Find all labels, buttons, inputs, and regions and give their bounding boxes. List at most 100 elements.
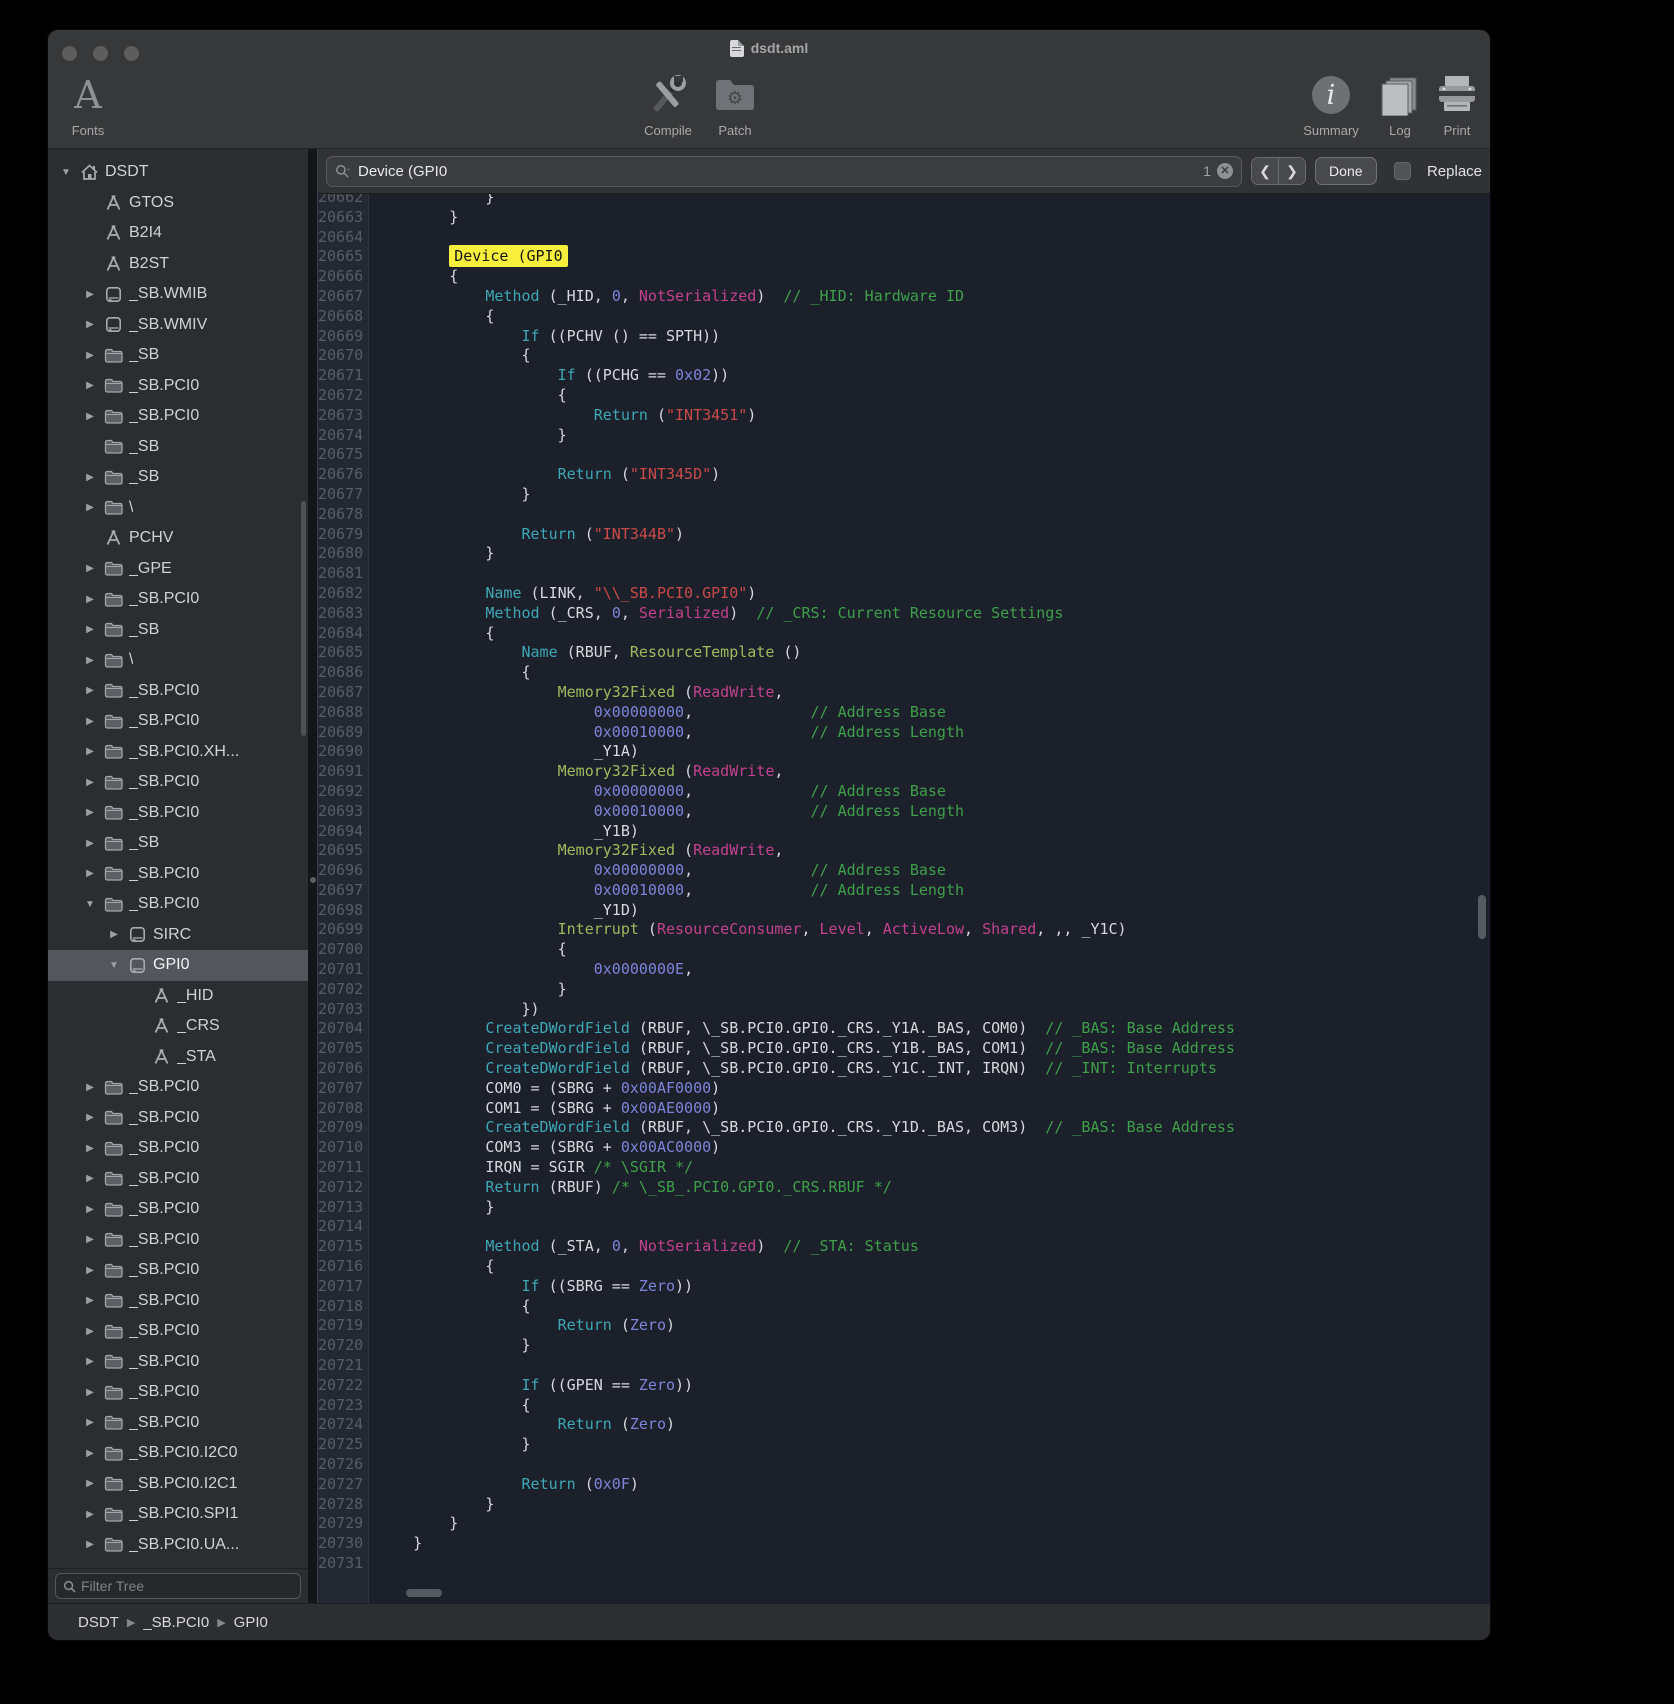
sidebar-item-sb[interactable]: ▶_SB	[48, 615, 308, 646]
disclosure-triangle-icon[interactable]: ▶	[80, 319, 100, 330]
sidebar-item-hid[interactable]: _HID	[48, 981, 308, 1012]
disclosure-triangle-icon[interactable]: ▶	[80, 380, 100, 391]
sidebar-item-dsdt[interactable]: ▼DSDT	[48, 157, 308, 188]
sidebar-item-sbpci0[interactable]: ▶_SB.PCI0	[48, 1255, 308, 1286]
disclosure-triangle-icon[interactable]: ▼	[56, 167, 76, 178]
disclosure-triangle-icon[interactable]: ▶	[80, 1204, 100, 1215]
sidebar-item-sbpci0i2c1[interactable]: ▶_SB.PCI0.I2C1	[48, 1469, 308, 1500]
patch-button[interactable]: ⚙ Patch	[693, 70, 777, 138]
vertical-scrollbar[interactable]	[1478, 895, 1486, 939]
sidebar-item-sbpci0[interactable]: ▶_SB.PCI0	[48, 676, 308, 707]
breadcrumb-item-gpi0[interactable]: GPI0	[234, 1614, 268, 1631]
sidebar-item-sbpci0spi1[interactable]: ▶_SB.PCI0.SPI1	[48, 1499, 308, 1530]
sidebar-item-sbpci0ua[interactable]: ▶_SB.PCI0.UA...	[48, 1530, 308, 1561]
disclosure-triangle-icon[interactable]: ▶	[80, 1143, 100, 1154]
disclosure-triangle-icon[interactable]: ▶	[80, 807, 100, 818]
breadcrumb-item-sbpci0[interactable]: _SB.PCI0	[143, 1614, 209, 1631]
title-bar[interactable]: dsdt.aml	[48, 30, 1490, 66]
sidebar-item-sbpci0[interactable]: ▼_SB.PCI0	[48, 889, 308, 920]
sidebar-item-sbpci0i2c0[interactable]: ▶_SB.PCI0.I2C0	[48, 1438, 308, 1469]
disclosure-triangle-icon[interactable]: ▶	[80, 1173, 100, 1184]
disclosure-triangle-icon[interactable]: ▶	[80, 655, 100, 666]
disclosure-triangle-icon[interactable]: ▶	[80, 472, 100, 483]
previous-match-button[interactable]: ❮	[1252, 158, 1279, 184]
sidebar-item-sbpci0[interactable]: ▶_SB.PCI0	[48, 798, 308, 829]
horizontal-scrollbar[interactable]	[406, 1589, 442, 1597]
filter-tree-input[interactable]: Filter Tree	[55, 1573, 301, 1599]
disclosure-triangle-icon[interactable]: ▼	[104, 960, 124, 971]
disclosure-triangle-icon[interactable]: ▶	[80, 1448, 100, 1459]
disclosure-triangle-icon[interactable]: ▶	[80, 777, 100, 788]
sidebar-item-sirc[interactable]: ▶SIRC	[48, 920, 308, 951]
sidebar-item-sbpci0[interactable]: ▶_SB.PCI0	[48, 371, 308, 402]
disclosure-triangle-icon[interactable]: ▼	[80, 899, 100, 910]
disclosure-triangle-icon[interactable]: ▶	[80, 1539, 100, 1550]
disclosure-triangle-icon[interactable]: ▶	[80, 1417, 100, 1428]
code-pane[interactable]: } } Device (GPI0 { Method (_HID, 0, NotS…	[369, 194, 1490, 1603]
clear-search-icon[interactable]: ✕	[1217, 163, 1233, 179]
sidebar-item-sbpci0[interactable]: ▶_SB.PCI0	[48, 859, 308, 890]
sidebar-item-sbpci0[interactable]: ▶_SB.PCI0	[48, 706, 308, 737]
sidebar-item-gpi0[interactable]: ▼GPI0	[48, 950, 308, 981]
sidebar-item-sbpci0[interactable]: ▶_SB.PCI0	[48, 1133, 308, 1164]
disclosure-triangle-icon[interactable]: ▶	[80, 502, 100, 513]
sidebar-item-pchv[interactable]: PCHV	[48, 523, 308, 554]
disclosure-triangle-icon[interactable]: ▶	[80, 685, 100, 696]
sidebar-item-sbpci0[interactable]: ▶_SB.PCI0	[48, 1194, 308, 1225]
disclosure-triangle-icon[interactable]: ▶	[80, 563, 100, 574]
sidebar-item-sbpci0[interactable]: ▶_SB.PCI0	[48, 767, 308, 798]
disclosure-triangle-icon[interactable]: ▶	[80, 1112, 100, 1123]
disclosure-triangle-icon[interactable]: ▶	[80, 289, 100, 300]
disclosure-triangle-icon[interactable]: ▶	[80, 838, 100, 849]
sidebar-item-sbpci0[interactable]: ▶_SB.PCI0	[48, 1377, 308, 1408]
breadcrumb-item-dsdt[interactable]: DSDT	[78, 1614, 119, 1631]
done-button[interactable]: Done	[1315, 157, 1376, 185]
print-button[interactable]: Print	[1415, 70, 1490, 138]
disclosure-triangle-icon[interactable]: ▶	[80, 594, 100, 605]
sidebar-item-sbpci0[interactable]: ▶_SB.PCI0	[48, 1286, 308, 1317]
disclosure-triangle-icon[interactable]: ▶	[80, 1082, 100, 1093]
sidebar-item-sbpci0[interactable]: ▶_SB.PCI0	[48, 1164, 308, 1195]
sidebar-item-sbpci0[interactable]: ▶_SB.PCI0	[48, 1347, 308, 1378]
sidebar-item-sbpci0xh[interactable]: ▶_SB.PCI0.XH...	[48, 737, 308, 768]
next-match-button[interactable]: ❯	[1279, 158, 1305, 184]
sidebar-item-gpe[interactable]: ▶_GPE	[48, 554, 308, 585]
replace-checkbox[interactable]	[1394, 162, 1411, 180]
sidebar-item-sbpci0[interactable]: ▶_SB.PCI0	[48, 1072, 308, 1103]
pane-divider[interactable]	[308, 149, 318, 1603]
disclosure-triangle-icon[interactable]: ▶	[80, 1295, 100, 1306]
sidebar-item-sbpci0[interactable]: ▶_SB.PCI0	[48, 401, 308, 432]
search-field[interactable]: 1 ✕	[326, 156, 1242, 187]
disclosure-triangle-icon[interactable]: ▶	[80, 716, 100, 727]
disclosure-triangle-icon[interactable]: ▶	[80, 624, 100, 635]
disclosure-triangle-icon[interactable]: ▶	[80, 1478, 100, 1489]
disclosure-triangle-icon[interactable]: ▶	[80, 1234, 100, 1245]
sidebar-item-b2i4[interactable]: B2I4	[48, 218, 308, 249]
sidebar-item-sbwmiv[interactable]: ▶_SB.WMIV	[48, 310, 308, 341]
disclosure-triangle-icon[interactable]: ▶	[80, 411, 100, 422]
disclosure-triangle-icon[interactable]: ▶	[80, 1326, 100, 1337]
sidebar-item-sb[interactable]: ▶_SB	[48, 340, 308, 371]
disclosure-triangle-icon[interactable]: ▶	[80, 1356, 100, 1367]
disclosure-triangle-icon[interactable]: ▶	[80, 350, 100, 361]
sidebar-item-b2st[interactable]: B2ST	[48, 249, 308, 280]
sidebar-scrollbar[interactable]	[301, 501, 306, 736]
code-editor[interactable]: 2066220663206642066520666206672066820669…	[318, 194, 1490, 1603]
sidebar-item-sbpci0[interactable]: ▶_SB.PCI0	[48, 1103, 308, 1134]
divider-handle-dot[interactable]	[310, 877, 316, 883]
sidebar-item-sbwmib[interactable]: ▶_SB.WMIB	[48, 279, 308, 310]
sidebar-item-crs[interactable]: _CRS	[48, 1011, 308, 1042]
sidebar-item-sta[interactable]: _STA	[48, 1042, 308, 1073]
sidebar-item-sbpci0[interactable]: ▶_SB.PCI0	[48, 1408, 308, 1439]
disclosure-triangle-icon[interactable]: ▶	[80, 1387, 100, 1398]
disclosure-triangle-icon[interactable]: ▶	[80, 1509, 100, 1520]
sidebar-item-[interactable]: ▶\	[48, 493, 308, 524]
disclosure-triangle-icon[interactable]: ▶	[80, 868, 100, 879]
sidebar-item-sbpci0[interactable]: ▶_SB.PCI0	[48, 1316, 308, 1347]
sidebar-item-sb[interactable]: _SB	[48, 432, 308, 463]
sidebar-item-sbpci0[interactable]: ▶_SB.PCI0	[48, 584, 308, 615]
sidebar-item-[interactable]: ▶\	[48, 645, 308, 676]
sidebar-item-sb[interactable]: ▶_SB	[48, 462, 308, 493]
disclosure-triangle-icon[interactable]: ▶	[104, 929, 124, 940]
disclosure-triangle-icon[interactable]: ▶	[80, 746, 100, 757]
